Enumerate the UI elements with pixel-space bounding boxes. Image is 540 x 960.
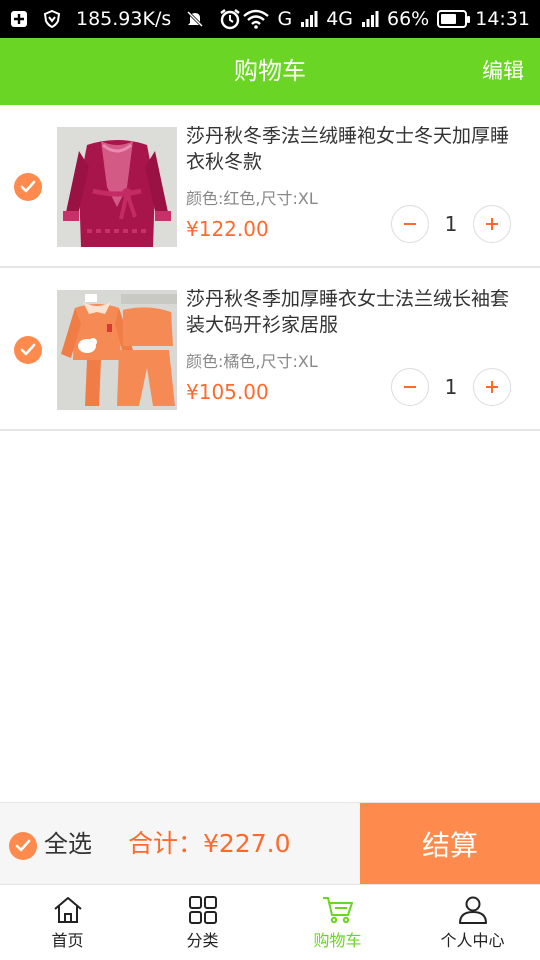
- check-icon: [20, 180, 36, 193]
- edit-button[interactable]: 编辑: [482, 38, 524, 105]
- product-name[interactable]: 莎丹秋冬季法兰绒睡袍女士冬天加厚睡衣秋冬款: [186, 123, 516, 175]
- decrease-button[interactable]: [391, 205, 429, 243]
- nav-label: 个人中心: [440, 931, 505, 950]
- select-all-label[interactable]: 全选: [44, 803, 92, 885]
- sim1-label: G: [277, 8, 293, 30]
- quantity-stepper: 1: [391, 368, 511, 406]
- bottom-nav: 首页 分类 购物车 个人中心: [0, 884, 540, 960]
- minus-icon: [404, 223, 416, 225]
- quantity-stepper: 1: [391, 205, 511, 243]
- product-image[interactable]: [57, 290, 177, 410]
- item-checkbox[interactable]: [14, 336, 42, 364]
- battery-percent: 66%: [387, 8, 430, 30]
- quantity-value: 1: [444, 375, 458, 399]
- nav-item-home[interactable]: 首页: [0, 885, 135, 960]
- cart-list: 莎丹秋冬季法兰绒睡袍女士冬天加厚睡衣秋冬款 颜色:红色,尺寸:XL ¥122.0…: [0, 105, 540, 431]
- select-all-checkbox[interactable]: [9, 832, 37, 860]
- grid-icon: [188, 896, 217, 924]
- item-checkbox[interactable]: [14, 173, 42, 201]
- mute-bell-icon: [185, 9, 205, 29]
- increase-button[interactable]: [473, 205, 511, 243]
- clock: 14:31: [475, 8, 530, 30]
- product-spec: 颜色:橘色,尺寸:XL: [186, 352, 318, 371]
- header: 购物车 编辑: [0, 38, 540, 105]
- product-name[interactable]: 莎丹秋冬季加厚睡衣女士法兰绒长袖套装大码开衫家居服: [186, 286, 516, 338]
- cart-item: 莎丹秋冬季法兰绒睡袍女士冬天加厚睡衣秋冬款 颜色:红色,尺寸:XL ¥122.0…: [0, 105, 540, 268]
- product-price: ¥105.00: [186, 380, 269, 404]
- plus-icon: [486, 218, 498, 230]
- product-spec: 颜色:红色,尺寸:XL: [186, 189, 318, 208]
- nav-label: 购物车: [313, 931, 362, 950]
- net-speed: 185.93K/s: [76, 8, 172, 30]
- network-type: 4G: [326, 8, 353, 30]
- nav-label: 分类: [186, 931, 219, 950]
- checkout-bar: 全选 合计：¥227.0 结算: [0, 802, 540, 885]
- nav-item-cart[interactable]: 购物车: [270, 885, 405, 960]
- quantity-value: 1: [444, 212, 458, 236]
- notification-plus-icon: [10, 10, 28, 28]
- home-icon: [53, 897, 82, 923]
- cart-item: 莎丹秋冬季加厚睡衣女士法兰绒长袖套装大码开衫家居服 颜色:橘色,尺寸:XL ¥1…: [0, 268, 540, 431]
- alarm-icon: [219, 8, 241, 30]
- cart-icon: [322, 897, 353, 924]
- increase-button[interactable]: [473, 368, 511, 406]
- user-icon: [458, 896, 487, 924]
- signal-icon: [300, 10, 318, 28]
- signal2-icon: [361, 10, 379, 28]
- check-icon: [15, 839, 31, 852]
- plus-icon: [486, 381, 498, 393]
- product-image[interactable]: [57, 127, 177, 247]
- nav-label: 首页: [51, 931, 84, 950]
- minus-icon: [404, 386, 416, 388]
- shield-icon: [42, 9, 62, 29]
- page-title: 购物车: [234, 57, 306, 85]
- decrease-button[interactable]: [391, 368, 429, 406]
- wifi-icon: [243, 9, 270, 29]
- status-bar: 185.93K/s G 4G 66% 14:31: [0, 0, 540, 38]
- checkout-button[interactable]: 结算: [360, 803, 540, 885]
- nav-item-category[interactable]: 分类: [135, 885, 270, 960]
- check-icon: [20, 343, 36, 356]
- product-price: ¥122.00: [186, 217, 269, 241]
- total-amount: 合计：¥227.0: [128, 829, 291, 858]
- nav-item-profile[interactable]: 个人中心: [405, 885, 540, 960]
- battery-icon: [437, 10, 471, 28]
